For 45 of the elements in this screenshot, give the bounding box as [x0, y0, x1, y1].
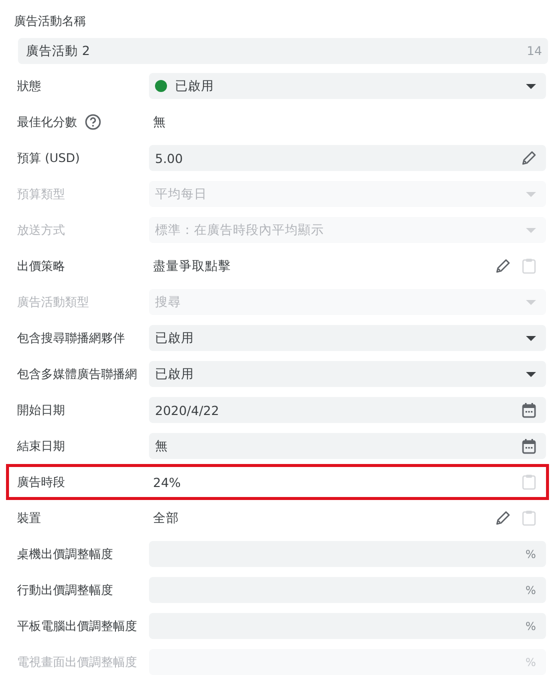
value-text: 24%	[153, 474, 181, 490]
pencil-icon[interactable]	[522, 151, 536, 165]
caret-icon	[526, 336, 536, 340]
field-label: 預算 (USD)	[17, 150, 80, 166]
field-label: 行動出價調整幅度	[17, 582, 113, 598]
select-field[interactable]: 已啟用	[149, 73, 546, 99]
calendar-icon[interactable]	[522, 438, 536, 454]
field-label: 裝置	[17, 510, 41, 526]
value-text: 全部	[153, 510, 179, 526]
value-text: 無	[153, 114, 166, 130]
value-text: 盡量爭取點擊	[153, 258, 231, 274]
field-label: 廣告活動類型	[17, 294, 89, 310]
field-label: 預算類型	[17, 186, 65, 202]
pencil-icon[interactable]	[496, 259, 510, 273]
caret-icon	[526, 372, 536, 376]
pencil-icon[interactable]	[496, 511, 510, 525]
date-field[interactable]: 無	[149, 433, 546, 459]
field-label: 放送方式	[17, 222, 65, 238]
field-label: 包含多媒體廣告聯播網	[17, 366, 137, 382]
character-counter: 14	[526, 44, 542, 58]
field-label: 平板電腦出價調整幅度	[17, 618, 137, 634]
field-label: 廣告時段	[17, 474, 65, 490]
select-field[interactable]: 已啟用	[149, 361, 546, 387]
name-field[interactable]: 廣告活動 2 14	[18, 38, 548, 64]
field-label: 開始日期	[17, 402, 65, 418]
clipboard-icon[interactable]	[522, 474, 536, 490]
field-label: 桌機出價調整幅度	[17, 546, 113, 562]
calendar-icon[interactable]	[522, 402, 536, 418]
clipboard-icon[interactable]	[522, 258, 536, 274]
help-icon[interactable]	[85, 114, 101, 130]
clipboard-icon[interactable]	[522, 510, 536, 526]
caret-icon	[526, 228, 536, 232]
caret-icon	[526, 300, 536, 304]
field-label: 狀態	[17, 78, 41, 94]
field-label: 包含搜尋聯播網夥伴	[17, 330, 125, 346]
field-label: 出價策略	[17, 258, 65, 274]
field-label: 廣告活動名稱	[14, 12, 86, 30]
field-label: 結束日期	[17, 438, 65, 454]
select-field[interactable]: 已啟用	[149, 325, 546, 351]
caret-icon	[526, 192, 536, 196]
caret-icon	[526, 84, 536, 88]
input-field[interactable]: 5.00	[149, 145, 546, 171]
date-field[interactable]: 2020/4/22	[149, 397, 546, 423]
field-label: 最佳化分數	[17, 114, 77, 130]
field-label: 電視畫面出價調整幅度	[17, 654, 137, 670]
